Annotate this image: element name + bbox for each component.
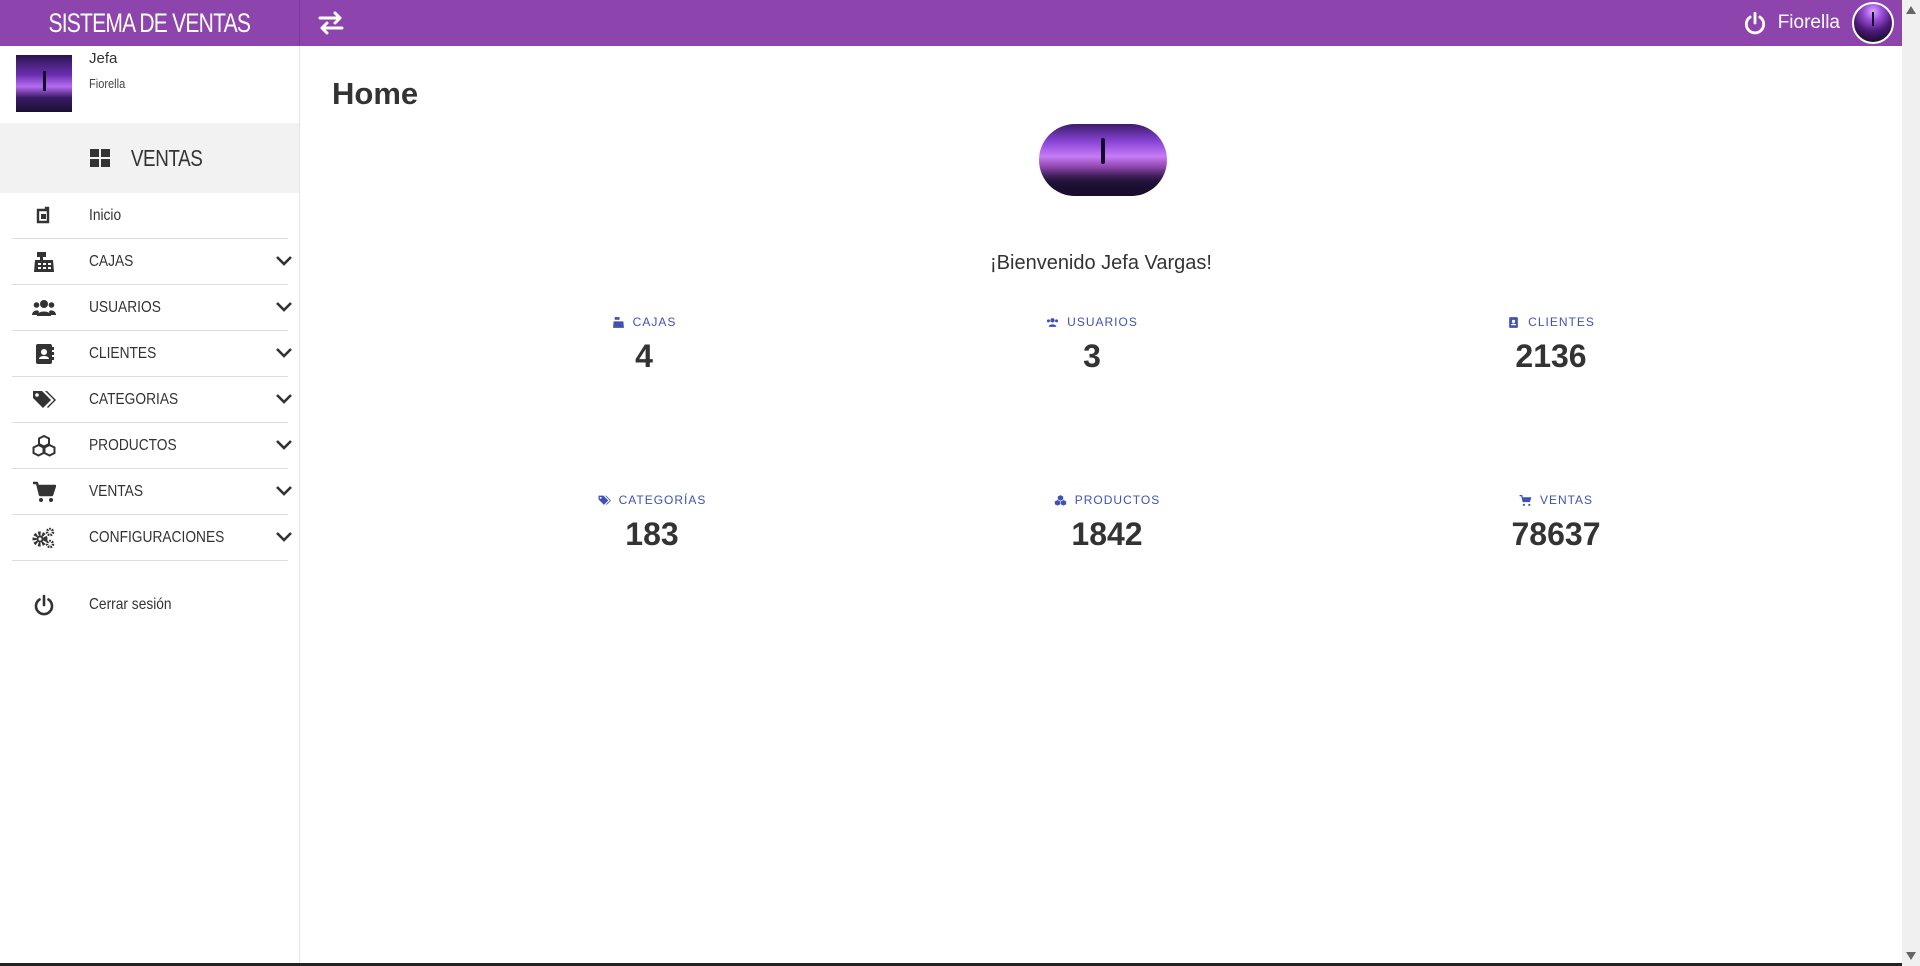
cash-register-icon (612, 316, 624, 328)
stat-value: 2136 (1515, 338, 1587, 374)
sidebar-toggle-button[interactable] (316, 9, 346, 37)
profile-name: Jefa (89, 50, 118, 67)
chevron-down-icon (276, 486, 292, 496)
chevron-down-icon (276, 532, 292, 542)
sidebar-item-inicio[interactable]: Inicio (12, 193, 288, 239)
sidebar-item-label: VENTAS (89, 482, 144, 500)
sidebar-item-cajas[interactable]: CAJAS (12, 239, 292, 285)
user-profile: Jefa Fiorella (0, 46, 299, 123)
exchange-arrows-icon (318, 11, 344, 35)
stat-clientes: CLIENTES 2136 (1421, 314, 1681, 375)
hero-image (1039, 124, 1167, 196)
grid-icon (89, 149, 110, 167)
sidebar-item-categorias[interactable]: CATEGORIAS (12, 377, 292, 423)
user-menu: Fiorella (1742, 0, 1894, 46)
main-content: Home ¡Bienvenido Jefa Vargas! CAJAS 4 US… (300, 46, 1902, 966)
cubes-icon (32, 434, 56, 457)
sidebar-item-label: CATEGORIAS (89, 390, 179, 408)
stat-categorias: CATEGORÍAS 183 (522, 492, 782, 553)
sidebar-item-ventas[interactable]: VENTAS (12, 469, 292, 515)
sidebar-item-label: Inicio (89, 206, 122, 224)
home-icon (36, 206, 50, 224)
chevron-down-icon (276, 256, 292, 266)
scroll-up-arrow-icon[interactable] (1906, 6, 1916, 14)
stat-label-text: VENTAS (1539, 493, 1594, 507)
users-icon (32, 300, 56, 316)
page-title: Home (332, 76, 419, 111)
stat-productos: PRODUCTOS 1842 (977, 492, 1237, 553)
address-book-icon (1509, 316, 1518, 328)
tags-icon (598, 495, 611, 505)
welcome-message: ¡Bienvenido Jefa Vargas! (990, 252, 1212, 274)
chevron-down-icon (276, 348, 292, 358)
sidebar-item-label: CAJAS (89, 252, 134, 270)
vertical-scrollbar[interactable] (1902, 0, 1920, 966)
sidebar-item-productos[interactable]: PRODUCTOS (12, 423, 292, 469)
profile-subtitle: Fiorella (89, 76, 126, 91)
stat-label: PRODUCTOS (977, 492, 1237, 508)
stat-label-text: USUARIOS (1067, 315, 1138, 329)
stat-label-text: CATEGORÍAS (618, 493, 707, 507)
stat-value: 3 (1083, 338, 1101, 374)
stat-label: CLIENTES (1421, 314, 1681, 330)
stat-label: CATEGORÍAS (522, 492, 782, 508)
app-title: SISTEMA DE VENTAS (0, 0, 300, 46)
users-icon (1047, 317, 1059, 327)
stat-usuarios: USUARIOS 3 (962, 314, 1222, 375)
sidebar-item-label: CONFIGURACIONES (89, 528, 225, 546)
top-navbar: Fiorella (300, 0, 1902, 46)
sidebar-section-header: VENTAS (0, 123, 299, 193)
logout-button[interactable]: Cerrar sesión (12, 583, 288, 628)
app-title-text: SISTEMA DE VENTAS (48, 7, 251, 38)
stat-value: 1842 (1071, 516, 1143, 552)
chevron-down-icon (276, 302, 292, 312)
cogs-icon (32, 527, 55, 549)
stat-value: 4 (635, 338, 653, 374)
sidebar-item-usuarios[interactable]: USUARIOS (12, 285, 292, 331)
stat-cajas: CAJAS 4 (514, 314, 774, 375)
top-username[interactable]: Fiorella (1778, 12, 1840, 34)
stat-label-text: PRODUCTOS (1074, 493, 1161, 507)
sidebar: Jefa Fiorella VENTAS Inicio CAJAS USUARI… (0, 46, 300, 966)
power-icon[interactable] (1742, 10, 1768, 36)
stat-label: USUARIOS (962, 314, 1222, 330)
shopping-cart-icon (33, 481, 56, 502)
tags-icon (33, 391, 56, 408)
cubes-icon (1054, 494, 1066, 506)
sidebar-item-label: USUARIOS (89, 298, 161, 316)
power-icon (34, 594, 54, 616)
cash-register-icon (34, 252, 54, 272)
sidebar-section-label: VENTAS (130, 144, 203, 171)
shopping-cart-icon (1519, 494, 1532, 506)
chevron-down-icon (276, 394, 292, 404)
stat-value: 78637 (1511, 516, 1601, 552)
stat-value: 183 (625, 516, 679, 552)
stat-ventas: VENTAS 78637 (1426, 492, 1686, 553)
address-book-icon (36, 344, 54, 364)
user-avatar[interactable] (1852, 2, 1894, 44)
profile-avatar (16, 55, 72, 112)
stat-label: VENTAS (1426, 492, 1686, 508)
logout-label: Cerrar sesión (89, 596, 172, 613)
sidebar-item-clientes[interactable]: CLIENTES (12, 331, 292, 377)
sidebar-item-label: CLIENTES (89, 344, 157, 362)
stat-label-text: CAJAS (632, 315, 677, 329)
stat-label: CAJAS (514, 314, 774, 330)
stat-label-text: CLIENTES (1528, 315, 1595, 329)
sidebar-item-configuraciones[interactable]: CONFIGURACIONES (12, 515, 292, 561)
scroll-down-arrow-icon[interactable] (1906, 952, 1916, 960)
sidebar-menu: Inicio CAJAS USUARIOS CLIENTES CATEGORIA… (12, 193, 292, 561)
chevron-down-icon (276, 440, 292, 450)
sidebar-item-label: PRODUCTOS (89, 436, 177, 454)
